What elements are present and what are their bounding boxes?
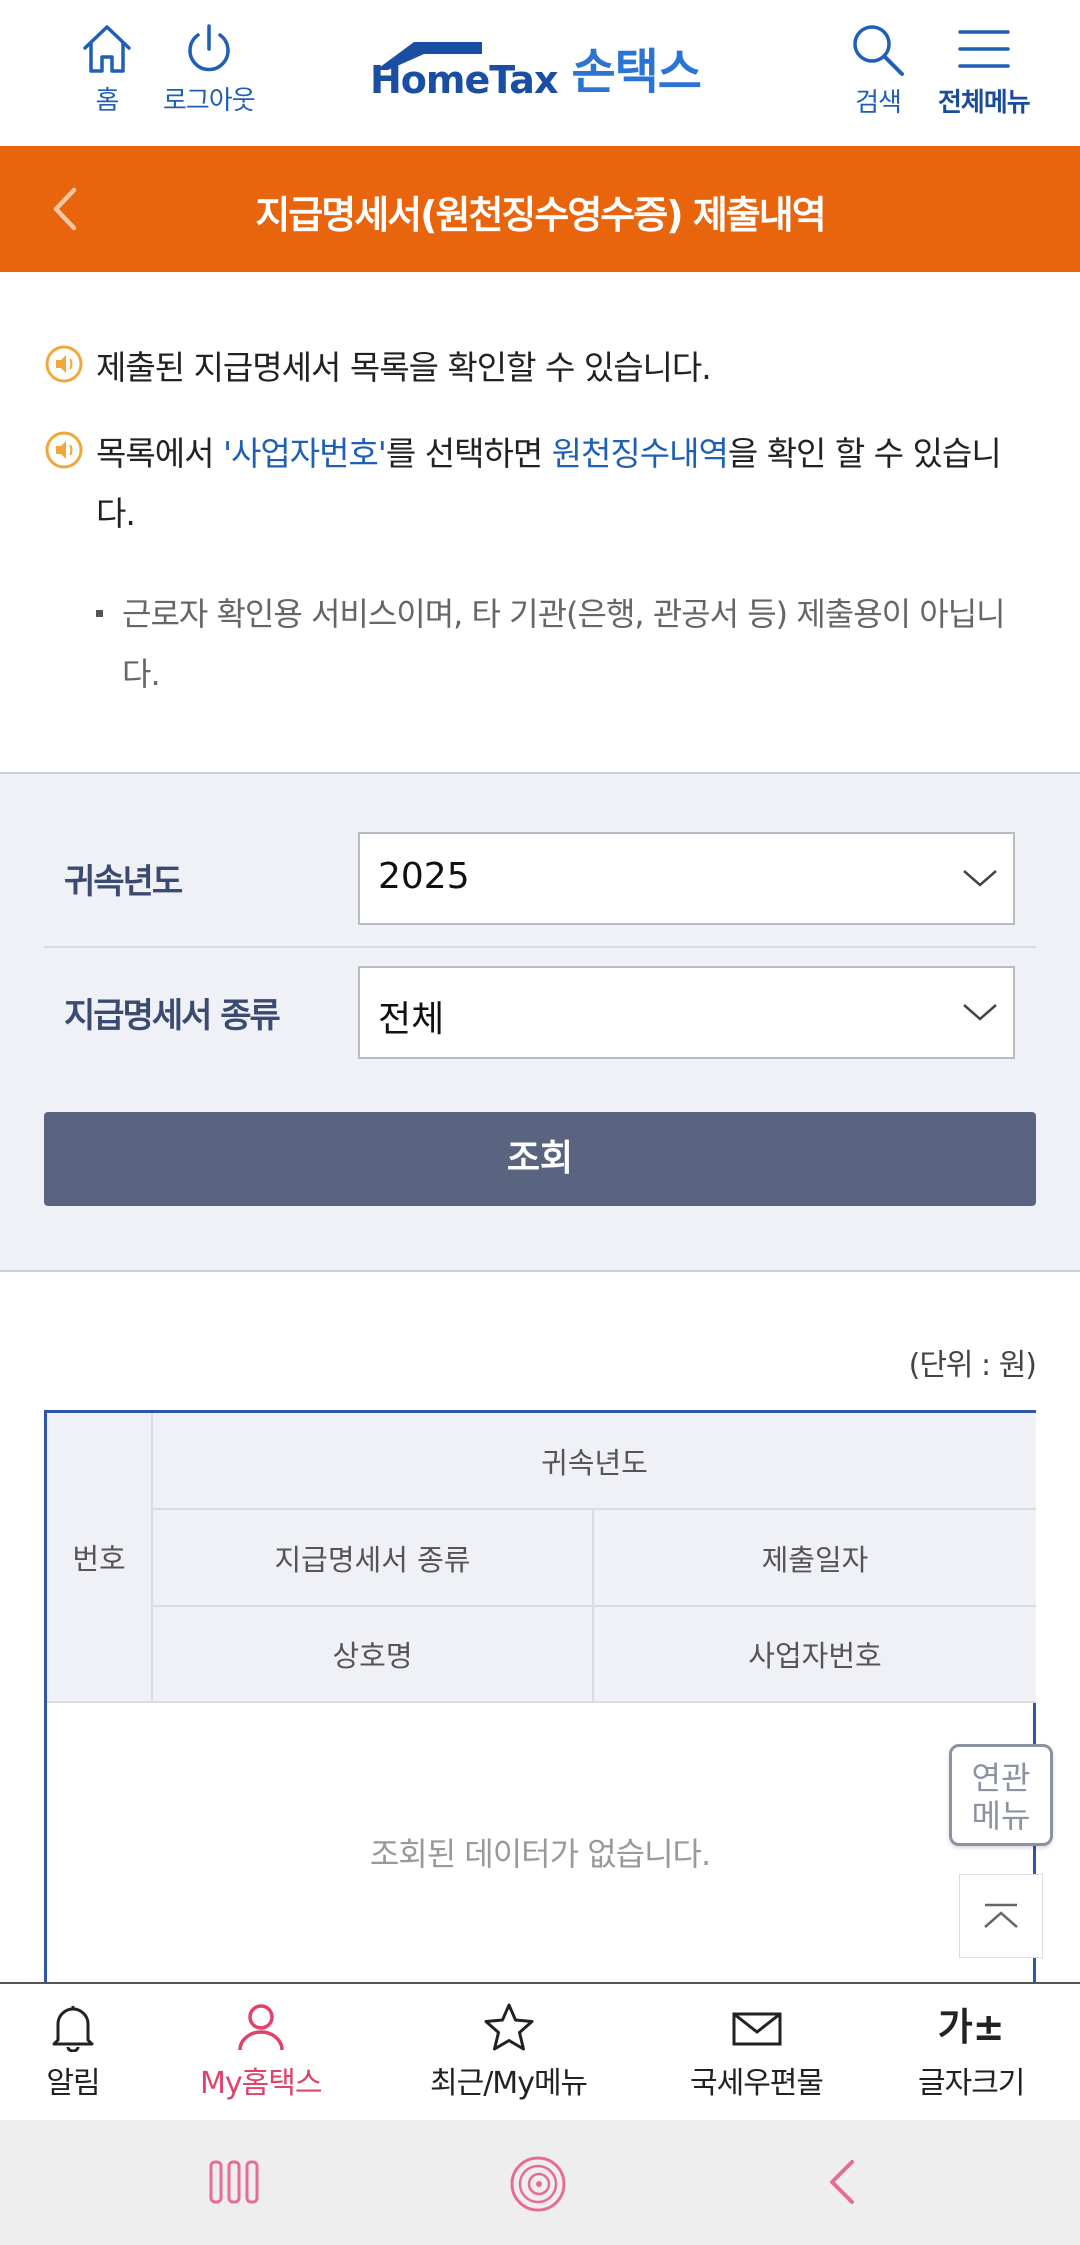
nav-my-hometax-label: My홈택스	[200, 2066, 322, 2101]
statement-type-value: 전체	[378, 999, 445, 1040]
all-menu-button[interactable]: 전체메뉴	[938, 22, 1031, 119]
search-icon	[853, 25, 904, 76]
bell-icon	[52, 2006, 94, 2052]
col-header-biz-number: 사업자번호	[594, 1607, 1036, 1703]
year-select-value: 2025	[378, 856, 470, 897]
related-menu-line: 메뉴	[971, 1797, 1031, 1835]
home-icon	[83, 25, 131, 73]
sub-notice-text: 근로자 확인용 서비스이며, 타 기관(은행, 관공서 등) 제출용이 아닙니다…	[122, 595, 1006, 693]
inquiry-button[interactable]: 조회	[44, 1112, 1036, 1206]
chevron-up-icon	[984, 1903, 1018, 1928]
star-icon	[484, 2003, 534, 2051]
chevron-left-icon	[830, 2160, 854, 2204]
related-menu-button[interactable]: 연관 메뉴	[949, 1744, 1053, 1846]
nav-alarm[interactable]: 알림	[46, 2002, 101, 2102]
nav-font-size-label: 글자크기	[918, 2066, 1025, 2101]
home-button[interactable]: 홈	[80, 22, 134, 117]
recent-apps-button[interactable]	[206, 2154, 262, 2214]
nav-my-hometax[interactable]: My홈택스	[200, 2002, 322, 2102]
app-header: 홈 로그아웃 HomeTax 손택스 검색 전체메뉴	[0, 0, 1080, 146]
chevron-down-icon	[963, 870, 997, 887]
envelope-icon	[732, 2012, 781, 2046]
recent-apps-icon	[209, 2160, 259, 2204]
speaker-icon	[45, 345, 83, 383]
results-table: 번호 귀속년도 지급명세서 종류 제출일자 상호명 사업자번호 조회된 데이터가…	[44, 1410, 1036, 1982]
hometax-logo[interactable]: HomeTax 손택스	[370, 30, 702, 102]
all-menu-label: 전체메뉴	[938, 88, 1031, 118]
home-label: 홈	[95, 86, 120, 116]
page-title-bar: 지급명세서(원천징수영수증) 제출내역	[0, 146, 1080, 272]
font-size-icon: 가±	[937, 2005, 1005, 2049]
logout-label: 로그아웃	[163, 86, 256, 116]
home-swirl-icon	[510, 2156, 566, 2212]
col-header-statement-type: 지급명세서 종류	[153, 1510, 594, 1607]
power-icon	[188, 24, 230, 72]
empty-message: 조회된 데이터가 없습니다.	[369, 1835, 711, 1873]
col-header-submit-date: 제출일자	[594, 1510, 1036, 1607]
system-navigation-bar	[0, 2120, 1080, 2245]
notice-text: 목록에서 '사업자번호'를 선택하면 원천징수내역을 확인 할 수 있습니다.	[96, 424, 1034, 544]
statement-type-label: 지급명세서 종류	[64, 996, 281, 1036]
speaker-icon	[45, 431, 83, 469]
notice-text-part: 목록에서	[96, 434, 223, 473]
withholding-term: 원천징수내역	[551, 434, 729, 473]
bullet	[96, 610, 103, 617]
biz-number-term: '사업자번호'	[222, 434, 387, 473]
chevron-down-icon	[963, 1004, 997, 1021]
col-header-year: 귀속년도	[153, 1413, 1036, 1510]
home-nav-button[interactable]	[508, 2154, 568, 2218]
system-back-button[interactable]	[822, 2154, 862, 2214]
notice-item: 목록에서 '사업자번호'를 선택하면 원천징수내역을 확인 할 수 있습니다.	[44, 424, 1034, 544]
nav-recent-menu[interactable]: 최근/My메뉴	[430, 2002, 588, 2102]
logo-house-icon	[376, 42, 482, 70]
search-button[interactable]: 검색	[848, 22, 908, 119]
search-panel: 귀속년도 2025 지급명세서 종류 전체 조회	[0, 772, 1080, 1272]
col-header-company: 상호명	[153, 1607, 594, 1703]
related-menu-line: 연관	[971, 1759, 1031, 1797]
search-label: 검색	[855, 88, 902, 118]
unit-label: (단위 : 원)	[908, 1348, 1037, 1383]
sub-notice: 근로자 확인용 서비스이며, 타 기관(은행, 관공서 등) 제출용이 아닙니다…	[96, 584, 1026, 704]
nav-font-size[interactable]: 가± 글자크기	[918, 2002, 1025, 2102]
nav-tax-mail[interactable]: 국세우편물	[690, 2002, 824, 2102]
notice-text: 제출된 지급명세서 목록을 확인할 수 있습니다.	[96, 348, 712, 387]
page-title: 지급명세서(원천징수영수증) 제출내역	[255, 193, 826, 237]
bottom-navigation: 알림 My홈택스 최근/My메뉴 국세우편물 가± 글자크기	[0, 1982, 1080, 2120]
scroll-top-button[interactable]	[959, 1874, 1043, 1958]
nav-tax-mail-label: 국세우편물	[690, 2066, 824, 2101]
row-divider	[44, 946, 1036, 948]
notice-item: 제출된 지급명세서 목록을 확인할 수 있습니다.	[44, 338, 1034, 398]
year-select[interactable]: 2025	[358, 832, 1015, 925]
statement-type-select[interactable]: 전체	[358, 966, 1015, 1059]
logo-korean: 손택스	[571, 44, 701, 100]
hamburger-icon	[958, 30, 1010, 68]
nav-recent-menu-label: 최근/My메뉴	[430, 2066, 588, 2101]
logout-button[interactable]: 로그아웃	[163, 22, 256, 117]
col-header-number: 번호	[47, 1413, 153, 1703]
notice-text-part: 를 선택하면	[385, 434, 552, 473]
person-icon	[237, 2004, 284, 2051]
year-label: 귀속년도	[64, 862, 183, 902]
nav-alarm-label: 알림	[46, 2066, 100, 2101]
